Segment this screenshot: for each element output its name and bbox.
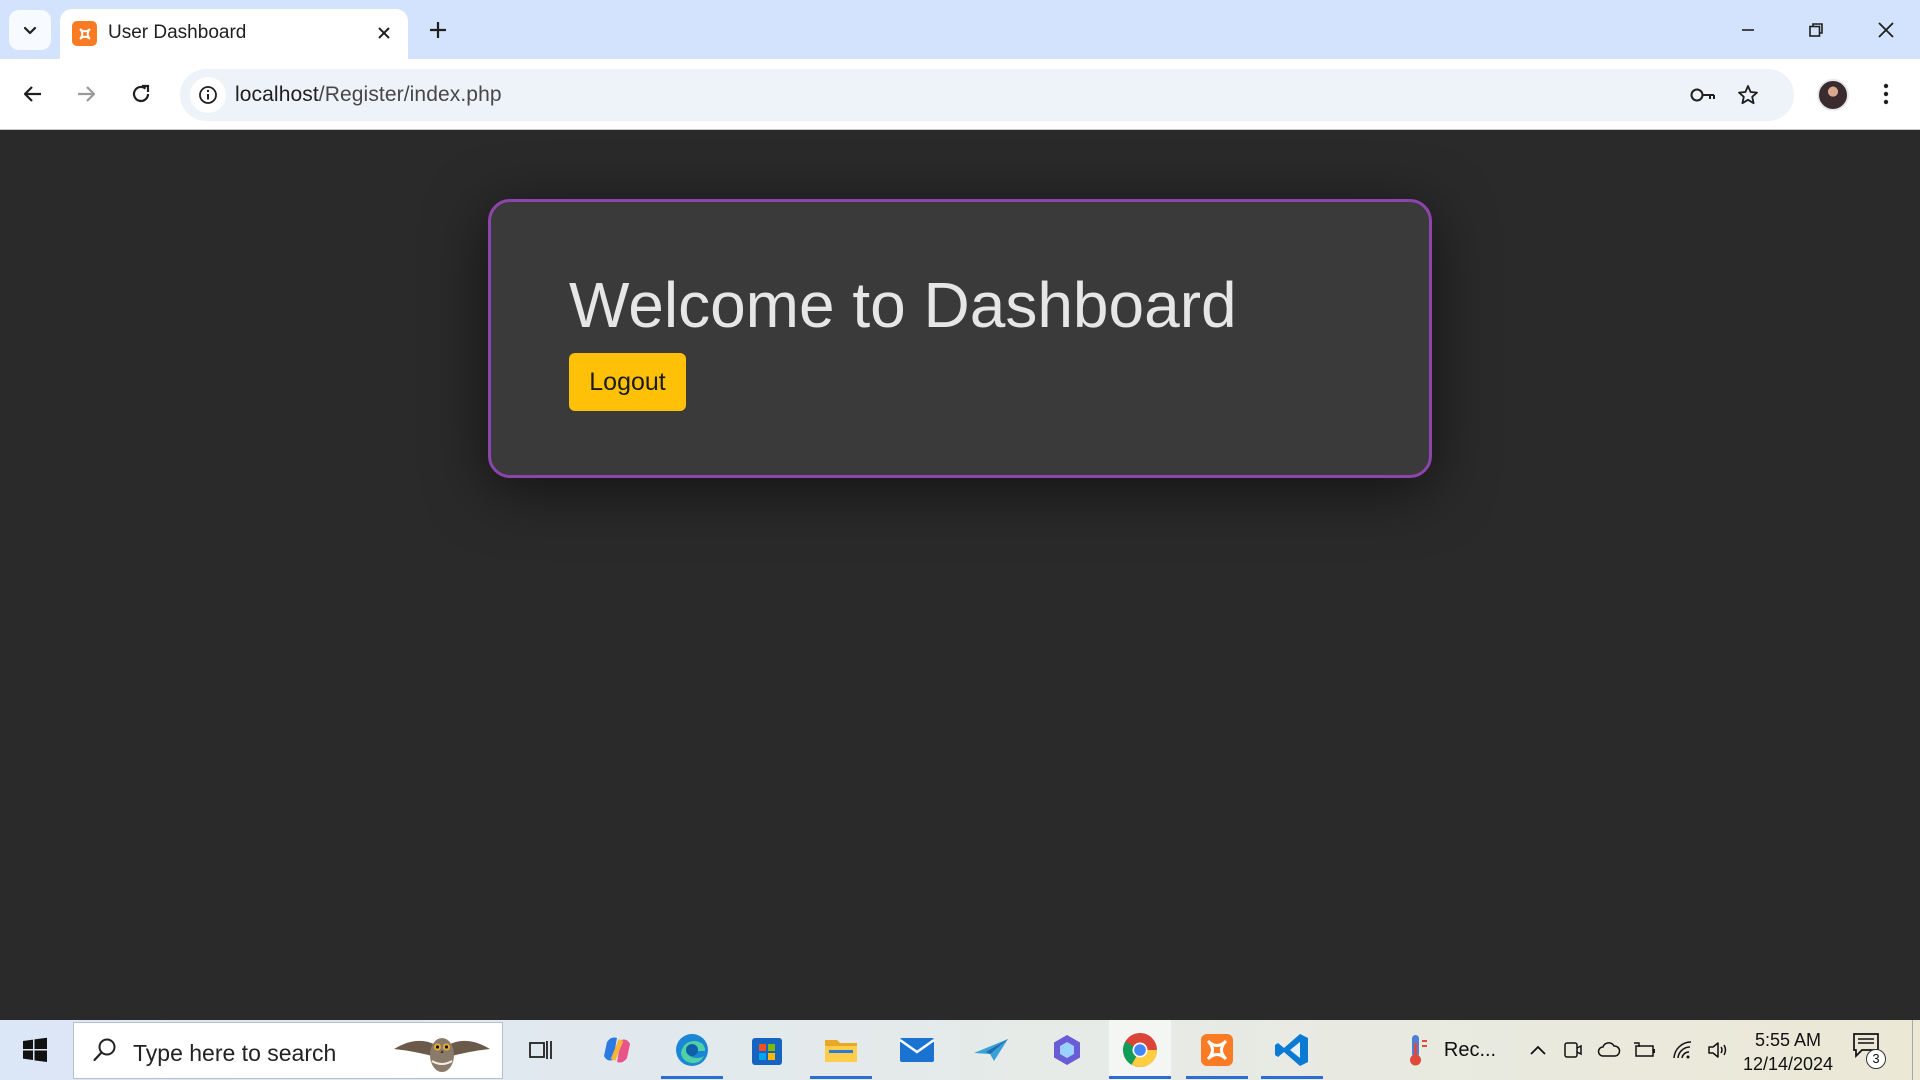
tab-strip: User Dashboard: [0, 0, 1920, 59]
search-icon: [93, 1038, 116, 1062]
reload-button[interactable]: [120, 73, 162, 115]
site-info-icon[interactable]: [190, 77, 226, 113]
page-viewport: Welcome to Dashboard Logout: [0, 131, 1920, 1020]
start-button[interactable]: [0, 1020, 70, 1080]
store-icon: [752, 1038, 782, 1065]
show-desktop-button[interactable]: [1912, 1020, 1920, 1080]
tab-title: User Dashboard: [108, 22, 247, 43]
mail-icon: [899, 1038, 935, 1062]
close-icon: [1878, 21, 1894, 38]
xampp-favicon-icon: [72, 21, 97, 46]
taskbar-store[interactable]: [736, 1020, 798, 1080]
weather-widget[interactable]: [1396, 1020, 1436, 1080]
windows-logo-icon: [23, 1037, 47, 1062]
meet-icon: [1564, 1042, 1582, 1058]
weather-label[interactable]: Rec...: [1440, 1020, 1500, 1080]
taskbar-xampp[interactable]: [1186, 1020, 1248, 1080]
page-title: Welcome to Dashboard: [569, 269, 1237, 341]
network-tray[interactable]: [1668, 1020, 1698, 1080]
taskbar-edge[interactable]: [661, 1020, 723, 1080]
reload-icon: [132, 84, 150, 103]
owl-search-highlight-icon: [394, 1038, 490, 1072]
arrow-right-icon: [78, 86, 96, 102]
logout-button[interactable]: Logout: [569, 353, 686, 411]
copilot-icon: [604, 1037, 630, 1063]
taskbar-clock[interactable]: 5:55 AM 12/14/2024: [1736, 1028, 1840, 1076]
taskbar-copilot[interactable]: [586, 1020, 648, 1080]
browser-tab-active[interactable]: User Dashboard: [60, 9, 408, 59]
volume-tray[interactable]: [1704, 1020, 1734, 1080]
browser-menu-button[interactable]: [1868, 73, 1904, 115]
show-hidden-icons-button[interactable]: [1524, 1020, 1552, 1080]
chevron-up-icon: [1530, 1045, 1546, 1055]
task-view-button[interactable]: [510, 1020, 572, 1080]
close-window-button[interactable]: [1852, 0, 1920, 59]
url-text: localhost/Register/index.php: [235, 83, 502, 107]
forward-button[interactable]: [65, 73, 107, 115]
taskbar-file-explorer[interactable]: [810, 1020, 872, 1080]
clock-time: 5:55 AM: [1754, 1030, 1822, 1050]
restore-button[interactable]: [1782, 0, 1850, 59]
hexagon-app-icon: [1054, 1035, 1080, 1065]
browser-toolbar: localhost/Register/index.php: [0, 59, 1920, 130]
url-host: localhost: [235, 83, 319, 106]
minimize-button[interactable]: [1714, 0, 1782, 59]
taskbar-copilot-app[interactable]: [1036, 1020, 1098, 1080]
restore-icon: [1809, 22, 1823, 37]
back-button[interactable]: [12, 73, 54, 115]
arrow-left-icon: [23, 86, 41, 102]
meet-now-tray[interactable]: [1558, 1020, 1588, 1080]
taskbar-vscode[interactable]: [1261, 1020, 1323, 1080]
vscode-icon: [1275, 1034, 1308, 1066]
taskbar-search-box[interactable]: Type here to search: [73, 1022, 503, 1079]
bookmark-star-icon[interactable]: [1730, 77, 1766, 113]
more-vertical-icon: [1883, 83, 1889, 105]
new-tab-button[interactable]: [418, 12, 458, 48]
taskbar-chrome[interactable]: [1109, 1020, 1171, 1080]
task-view-icon: [529, 1041, 552, 1059]
wifi-icon: [1673, 1041, 1692, 1059]
speaker-icon: [1708, 1042, 1727, 1058]
address-bar[interactable]: localhost/Register/index.php: [180, 69, 1794, 121]
chevron-down-icon: [23, 26, 37, 35]
xampp-icon: [1201, 1034, 1233, 1066]
password-key-icon[interactable]: [1685, 77, 1721, 113]
battery-icon: [1634, 1042, 1655, 1057]
battery-tray[interactable]: [1630, 1020, 1660, 1080]
notification-badge: 3: [1866, 1049, 1886, 1069]
onedrive-tray[interactable]: [1594, 1020, 1624, 1080]
dashboard-card: Welcome to Dashboard Logout: [488, 199, 1432, 478]
plus-icon: [430, 22, 446, 38]
url-path: /Register/index.php: [318, 83, 502, 106]
taskbar: Type here to search Rec... 5:55 AM 12/14…: [0, 1020, 1920, 1080]
tab-search-button[interactable]: [9, 10, 51, 50]
clock-date: 12/14/2024: [1742, 1054, 1834, 1074]
edge-icon: [676, 1034, 708, 1066]
chrome-icon: [1123, 1033, 1157, 1067]
minimize-icon: [1742, 28, 1754, 31]
cloud-icon: [1597, 1042, 1621, 1057]
taskbar-paper-plane-app[interactable]: [960, 1020, 1022, 1080]
thermometer-icon: [1410, 1035, 1427, 1066]
tab-close-icon[interactable]: [370, 19, 398, 47]
profile-avatar[interactable]: [1817, 79, 1849, 111]
taskbar-mail[interactable]: [886, 1020, 948, 1080]
paper-plane-icon: [974, 1039, 1008, 1061]
search-placeholder: Type here to search: [133, 1040, 337, 1066]
folder-icon: [825, 1040, 857, 1062]
notification-center-button[interactable]: 3: [1852, 1032, 1888, 1069]
